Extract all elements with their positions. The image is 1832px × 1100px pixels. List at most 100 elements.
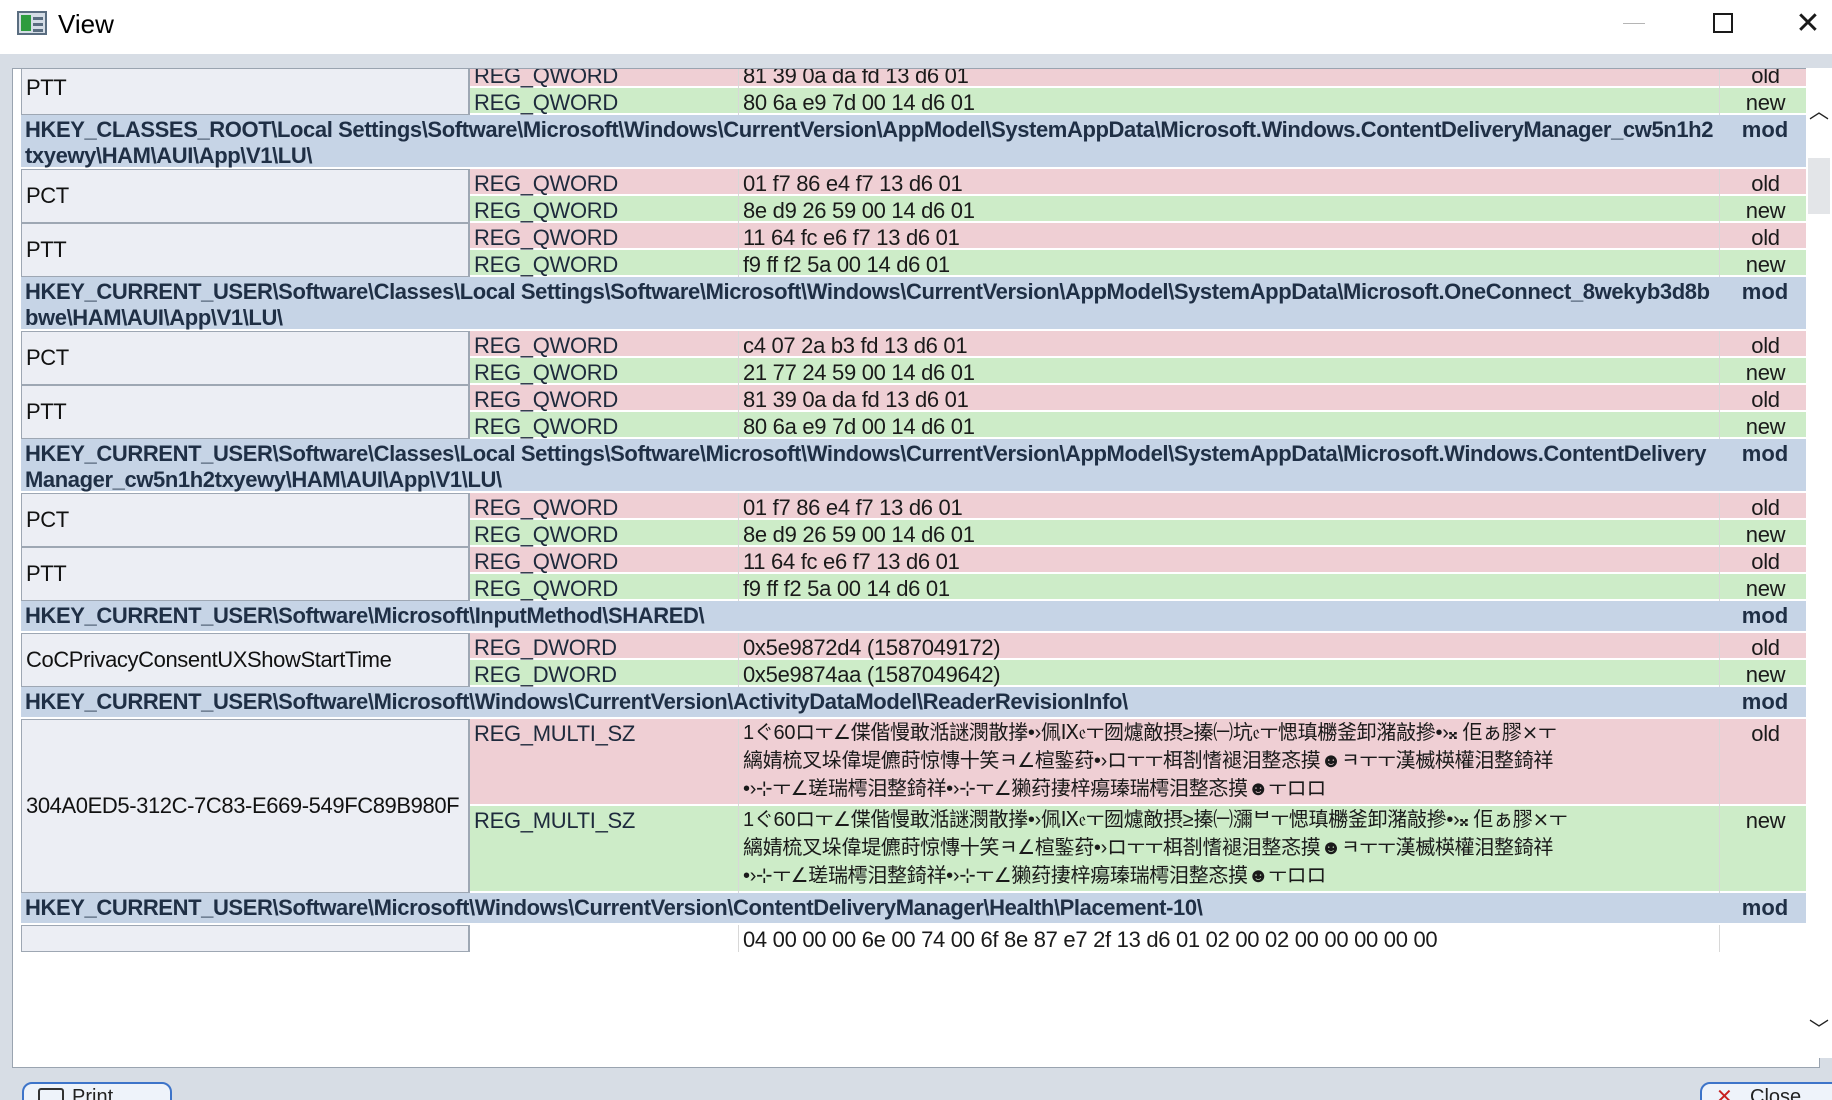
key-row[interactable]: HKEY_CURRENT_USER\Software\Microsoft\Win… [21,687,1811,719]
value-name[interactable]: PTT [21,69,470,115]
key-row[interactable]: HKEY_CURRENT_USER\Software\Microsoft\Inp… [21,601,1811,633]
value-type: REG_QWORD [474,68,618,88]
value-group: PTT REG_QWORD 81 39 0a da fd 13 d6 01 old RE… [21,68,1811,115]
value-type: REG_MULTI_SZ [474,808,636,833]
value-group: PTT REG_QWORD 11 64 fc e6 f7 13 d6 01 old RE… [21,547,1811,601]
value-name[interactable]: PTT [21,223,470,277]
maximize-button[interactable] [1691,0,1755,46]
key-status: mod [1741,689,1789,714]
value-row-old[interactable]: REG_QWORD 01 f7 86 e4 f7 13 d6 01 old [470,493,1811,520]
value-type: REG_QWORD [474,495,618,520]
scroll-down-icon[interactable]: ﹀ [1808,1018,1830,1040]
key-path: HKEY_CURRENT_USER\Software\Microsoft\Win… [25,895,1203,920]
value-row-old[interactable]: REG_QWORD 11 64 fc e6 f7 13 d6 01 old [470,547,1811,574]
value-type: REG_QWORD [474,360,618,385]
value-type: REG_QWORD [474,90,618,115]
value-data: 80 6a e9 7d 00 14 d6 01 [738,412,1578,439]
value-data: 0x5e9872d4 (1587049172) [738,633,1578,660]
key-row[interactable]: HKEY_CLASSES_ROOT\Local Settings\Softwar… [21,115,1811,169]
value-data: 21 77 24 59 00 14 d6 01 [738,358,1578,385]
close-window-button[interactable]: ✕ [1776,0,1832,46]
value-row-old[interactable]: REG_QWORD 11 64 fc e6 f7 13 d6 01 old [470,223,1811,250]
value-data: c4 07 2a b3 fd 13 d6 01 [738,331,1578,358]
value-status: new [1719,660,1811,687]
value-type: REG_QWORD [474,522,618,547]
value-status: new [1719,358,1811,385]
value-name[interactable]: PTT [21,385,470,439]
key-row[interactable]: HKEY_CURRENT_USER\Software\Classes\Local… [21,277,1811,331]
value-status: new [1719,806,1811,893]
value-name[interactable]: CoCPrivacyConsentUXShowStartTime [21,633,470,687]
value-type: REG_QWORD [474,333,618,358]
value-data: 0x5e9874aa (1587049642) [738,660,1578,687]
value-row-new[interactable]: REG_QWORD 80 6a e9 7d 00 14 d6 01 new [470,412,1811,439]
key-status: mod [1741,441,1789,466]
value-group: 304A0ED5-312C-7C83-E669-549FC89B980F REG_… [21,719,1811,893]
value-row-new[interactable]: REG_QWORD 8e d9 26 59 00 14 d6 01 new [470,520,1811,547]
value-row-new[interactable]: REG_QWORD f9 ff f2 5a 00 14 d6 01 new [470,574,1811,601]
value-group: PCT REG_QWORD 01 f7 86 e4 f7 13 d6 01 old RE… [21,169,1811,223]
value-status: new [1719,88,1811,115]
value-group: PCT REG_QWORD c4 07 2a b3 fd 13 d6 01 old RE… [21,331,1811,385]
value-group: PCT REG_QWORD 01 f7 86 e4 f7 13 d6 01 old RE… [21,493,1811,547]
registry-diff-table: PTT REG_QWORD 81 39 0a da fd 13 d6 01 old RE… [21,68,1811,952]
value-data: 81 39 0a da fd 13 d6 01 [738,69,1578,88]
key-path: HKEY_CURRENT_USER\Software\Microsoft\Win… [25,689,1128,714]
value-row-partial[interactable]: 04 00 00 00 6e 00 74 00 6f 8e 87 e7 2f 1… [470,925,1811,952]
value-row-old[interactable]: REG_QWORD 01 f7 86 e4 f7 13 d6 01 old [470,169,1811,196]
value-data: f9 ff f2 5a 00 14 d6 01 [738,250,1578,277]
minimize-button[interactable] [1602,0,1666,46]
key-status: mod [1741,279,1789,304]
value-type [470,925,738,952]
print-button[interactable]: Print [22,1082,172,1100]
close-button-label: Close [1750,1086,1802,1100]
value-status: old [1719,493,1811,520]
scroll-up-icon[interactable]: ︿ [1808,100,1830,122]
value-row-old[interactable]: REG_QWORD 81 39 0a da fd 13 d6 01 old [470,385,1811,412]
scrollbar-thumb[interactable] [1808,158,1830,214]
value-type: REG_QWORD [474,576,618,601]
value-row-old[interactable]: REG_DWORD 0x5e9872d4 (1587049172) old [470,633,1811,660]
value-status: new [1719,250,1811,277]
value-name[interactable]: PCT [21,169,470,223]
key-status: mod [1741,603,1789,628]
value-row-new[interactable]: REG_MULTI_SZ 1ぐ60ロㅜ∠偞偕慢敢湉謎潣散搼•›佩Ⅸ𝔢ㅜ囫爈敵摂≥搸… [470,806,1811,893]
value-row-new[interactable]: REG_QWORD f9 ff f2 5a 00 14 d6 01 new [470,250,1811,277]
value-name[interactable]: PCT [21,493,470,547]
value-status [1719,925,1811,952]
value-data: 8e d9 26 59 00 14 d6 01 [738,520,1578,547]
value-data: 1ぐ60ロㅜ∠偞偕慢敢湉謎潣散搼•›佩Ⅸ𝔢ㅜ囫爈敵摂≥搸㈠坑𝔢ㅜ愢瑱橳釜卸潴敲摻… [738,719,1578,806]
value-row-old[interactable]: REG_QWORD 81 39 0a da fd 13 d6 01 old [470,68,1811,88]
value-name[interactable]: 304A0ED5-312C-7C83-E669-549FC89B980F [21,719,470,893]
value-row-new[interactable]: REG_QWORD 80 6a e9 7d 00 14 d6 01 new [470,88,1811,115]
value-status: old [1719,385,1811,412]
value-data: 8e d9 26 59 00 14 d6 01 [738,196,1578,223]
value-row-old[interactable]: REG_QWORD c4 07 2a b3 fd 13 d6 01 old [470,331,1811,358]
window-title: View [58,9,114,39]
value-status: new [1719,196,1811,223]
value-row-new[interactable]: REG_QWORD 21 77 24 59 00 14 d6 01 new [470,358,1811,385]
key-row[interactable]: HKEY_CURRENT_USER\Software\Classes\Local… [21,439,1811,493]
key-status: mod [1741,895,1789,920]
diff-view[interactable]: PTT REG_QWORD 81 39 0a da fd 13 d6 01 old RE… [12,68,1820,1068]
value-type: REG_QWORD [474,549,618,574]
value-status: old [1719,633,1811,660]
value-status: old [1719,719,1811,806]
value-row-new[interactable]: REG_QWORD 8e d9 26 59 00 14 d6 01 new [470,196,1811,223]
value-data: 80 6a e9 7d 00 14 d6 01 [738,88,1578,115]
close-button[interactable]: Close [1700,1082,1832,1100]
value-type: REG_QWORD [474,414,618,439]
value-name[interactable]: PCT [21,331,470,385]
value-type: REG_QWORD [474,171,618,196]
value-status: old [1719,331,1811,358]
value-data: 11 64 fc e6 f7 13 d6 01 [738,547,1578,574]
value-status: old [1719,169,1811,196]
key-path: HKEY_CURRENT_USER\Software\Microsoft\Inp… [25,603,705,628]
value-row-old[interactable]: REG_MULTI_SZ 1ぐ60ロㅜ∠偞偕慢敢湉謎潣散搼•›佩Ⅸ𝔢ㅜ囫爈敵摂≥搸… [470,719,1811,806]
value-data: 81 39 0a da fd 13 d6 01 [738,385,1578,412]
value-name[interactable]: PTT [21,547,470,601]
value-name[interactable] [21,925,470,952]
vertical-scrollbar[interactable]: ︿ ﹀ [1806,68,1832,1058]
value-row-new[interactable]: REG_DWORD 0x5e9874aa (1587049642) new [470,660,1811,687]
key-row[interactable]: HKEY_CURRENT_USER\Software\Microsoft\Win… [21,893,1811,925]
